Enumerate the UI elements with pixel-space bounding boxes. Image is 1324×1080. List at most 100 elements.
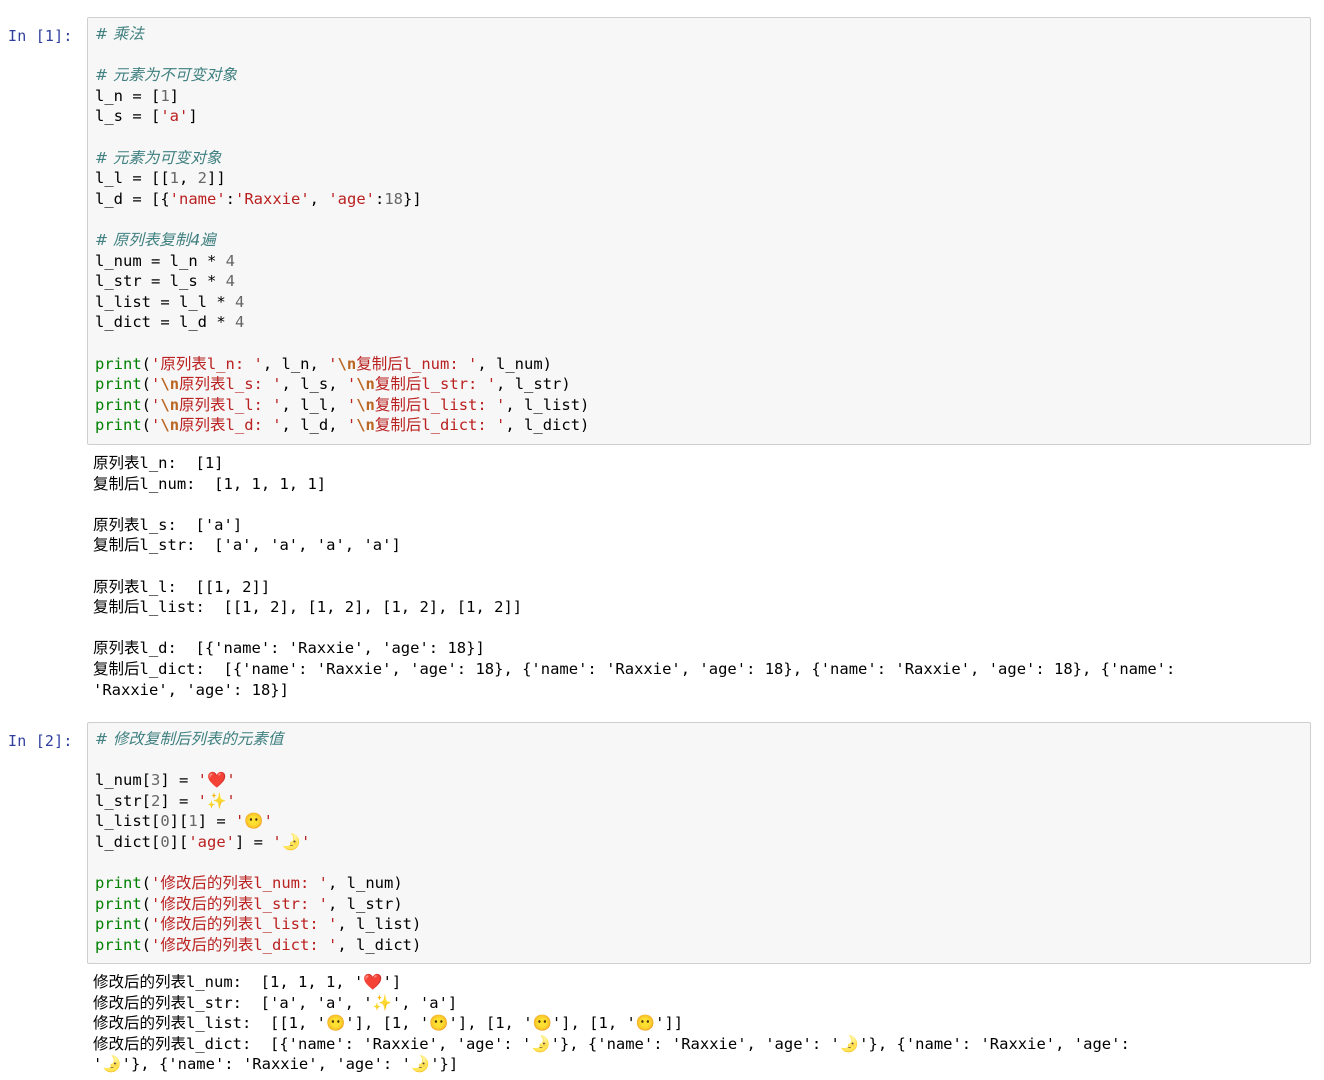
code-token: ': [151, 395, 161, 414]
output-line: 修改后的列表l_str: ['a', 'a', '✨', 'a']: [93, 993, 458, 1012]
output-line: 复制后l_num: [1, 1, 1, 1]: [93, 474, 327, 493]
code-token: 复制后l_str: ': [374, 375, 497, 394]
code-token: '修改后的列表l_list: ': [151, 915, 338, 934]
code-token: , l_num): [328, 874, 403, 893]
code-token: 1: [169, 169, 179, 188]
code-token: 复制后l_dict: ': [374, 416, 506, 435]
code-token: \n: [160, 416, 180, 435]
code-token: ': [151, 375, 161, 394]
code-token: l_s = [: [95, 107, 161, 126]
code-line: l_dict[0]['age'] = '🌛': [95, 832, 1310, 853]
code-token: , l_dict): [505, 416, 590, 435]
code-token: ': [328, 354, 338, 373]
code-token: print: [95, 894, 142, 913]
code-token: ': [197, 791, 208, 810]
code-token: 0: [160, 812, 170, 831]
output-line: 复制后l_list: [[1, 2], [1, 2], [1, 2], [1, …: [93, 598, 523, 617]
code-token: # 元素为可变对象: [95, 148, 222, 167]
code-token: \n: [356, 416, 375, 435]
code-token: (: [141, 416, 152, 435]
code-token: , l_d,: [281, 416, 347, 435]
code-token: 'name': [169, 189, 226, 208]
code-token: ': [235, 812, 245, 831]
code-token: 2: [151, 791, 161, 810]
code-token: '修改后的列表l_num: ': [151, 874, 329, 893]
code-token: ] =: [197, 812, 236, 831]
code-token: (: [141, 375, 152, 394]
code-line: # 元素为可变对象: [95, 148, 1310, 169]
code-token: :: [375, 189, 385, 208]
code-token: (: [141, 354, 152, 373]
code-line: print('\n原列表l_s: ', l_s, '\n复制后l_str: ',…: [95, 374, 1310, 395]
code-token: ]]: [207, 169, 226, 188]
code-token: ': [346, 416, 357, 435]
code-line: print('修改后的列表l_str: ', l_str): [95, 894, 1310, 915]
code-token: (: [141, 935, 152, 954]
code-editor[interactable]: # 乘法 # 元素为不可变对象 l_n = [1] l_s = ['a'] # 元素…: [87, 17, 1311, 445]
code-token: (: [141, 894, 152, 913]
code-token: (: [141, 395, 152, 414]
code-token: l_d = [{: [95, 189, 170, 208]
code-line: l_str = l_s * 4: [95, 271, 1310, 292]
code-token: ❤️: [207, 771, 227, 790]
code-line: l_list = l_l * 4: [95, 292, 1310, 313]
code-token: print: [95, 416, 142, 435]
code-token: ]: [169, 86, 180, 105]
code-token: ': [151, 416, 161, 435]
code-line: print('\n原列表l_d: ', l_d, '\n复制后l_dict: '…: [95, 415, 1310, 436]
code-token: ': [226, 771, 236, 790]
code-token: '原列表l_n: ': [151, 354, 263, 373]
code-token: ][: [169, 812, 189, 831]
code-token: l_l = [[: [95, 169, 170, 188]
code-editor[interactable]: # 修改复制后列表的元素值 l_num[3] = '❤️' l_str[2] = …: [87, 722, 1311, 964]
code-token: \n: [356, 375, 375, 394]
code-token: ': [226, 791, 236, 810]
cell-output: 修改后的列表l_num: [1, 1, 1, '❤️'] 修改后的列表l_str:…: [93, 972, 1313, 1075]
code-token: , l_str): [496, 375, 571, 394]
code-token: l_list[: [95, 812, 161, 831]
code-line: # 修改复制后列表的元素值: [95, 729, 1310, 750]
code-token: (: [141, 915, 152, 934]
code-token: 'age': [328, 189, 375, 208]
output-line: 复制后l_str: ['a', 'a', 'a', 'a']: [93, 536, 401, 555]
code-token: # 乘法: [95, 25, 144, 43]
code-token: 🌛: [281, 832, 301, 851]
code-token: \n: [160, 375, 180, 394]
code-token: # 原列表复制4遍: [95, 230, 216, 249]
code-token: print: [95, 395, 142, 414]
code-token: l_str = l_s *: [95, 272, 226, 291]
code-token: 复制后l_list: ': [374, 395, 506, 414]
code-token: 1: [188, 812, 198, 831]
code-token: ] =: [235, 832, 273, 851]
code-line: # 乘法: [95, 24, 1310, 45]
code-token: l_str[: [95, 791, 151, 810]
code-token: 😶: [244, 812, 264, 831]
code-token: :: [225, 189, 235, 208]
code-token: ': [301, 832, 311, 851]
code-line: print('修改后的列表l_dict: ', l_dict): [95, 935, 1310, 956]
code-token: , l_dict): [337, 935, 422, 954]
code-token: 1: [160, 86, 170, 105]
code-token: 0: [160, 832, 170, 851]
code-token: print: [95, 874, 142, 893]
code-token: 复制后l_num: ': [356, 354, 478, 373]
code-token: 原列表l_l: ': [179, 395, 282, 414]
code-line: # 元素为不可变对象: [95, 65, 1310, 86]
code-token: 4: [234, 292, 245, 311]
code-line: l_n = [1]: [95, 86, 1310, 107]
code-line: l_list[0][1] = '😶': [95, 811, 1310, 832]
code-line: l_num[3] = '❤️': [95, 770, 1310, 791]
output-line: 原列表l_s: ['a']: [93, 515, 243, 534]
output-line: 原列表l_l: [[1, 2]]: [93, 577, 271, 596]
code-line: l_d = [{'name':'Raxxie', 'age':18}]: [95, 189, 1310, 210]
code-token: ,: [179, 169, 198, 188]
code-token: }]: [403, 189, 422, 208]
code-token: \n: [160, 395, 180, 414]
output-line: 原列表l_n: [1]: [93, 454, 224, 472]
code-line: print('原列表l_n: ', l_n, '\n复制后l_num: ', l…: [95, 354, 1310, 375]
output-line: 修改后的列表l_dict: [{'name': 'Raxxie', 'age':…: [93, 1034, 1130, 1053]
